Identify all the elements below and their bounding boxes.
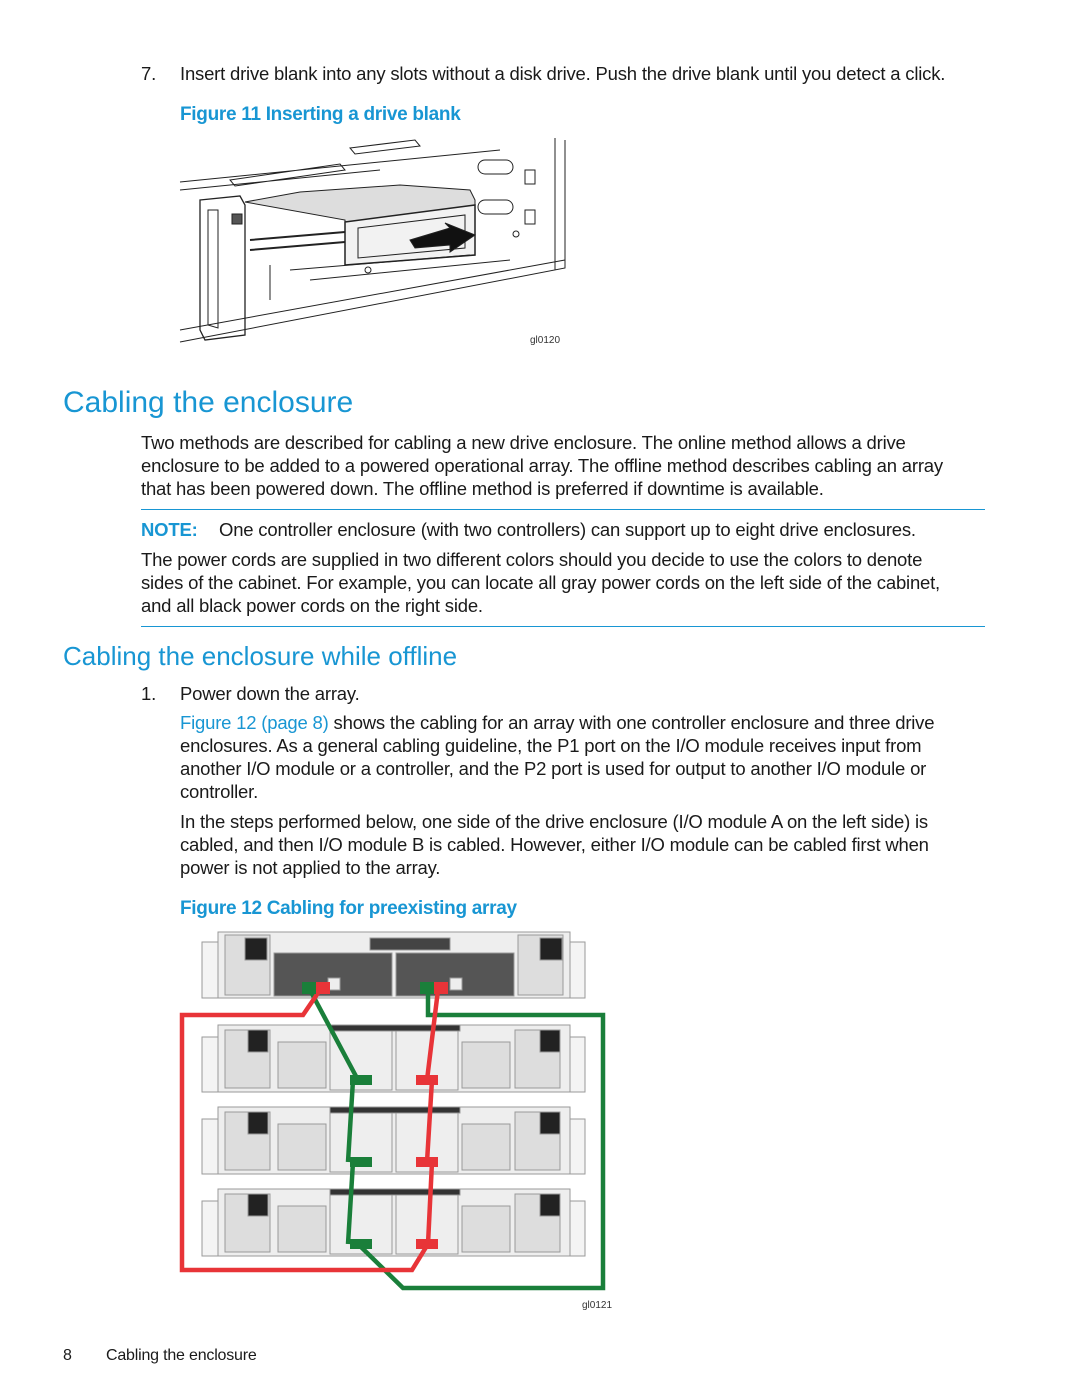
note-text: One controller enclosure (with two contr… [219,519,916,540]
figure-12-caption: Figure 12 Cabling for preexisting array [180,898,517,919]
note-top-rule [141,509,985,510]
figure-11-id: gl0120 [530,335,561,346]
section-title: Cabling the enclosure [63,386,354,419]
drive-enclosure-3 [201,1188,586,1257]
controller-enclosure [201,931,586,999]
footer-section: Cabling the enclosure [106,1347,257,1364]
para2-line: cabled, and then I/O module B is cabled.… [180,834,929,855]
step-number: 7. [141,63,157,84]
figure-12-cabling-diagram [179,931,606,1291]
para1-text: shows the cabling for an array with one … [328,712,935,733]
para2-line: power is not applied to the array. [180,857,441,878]
para1-line: another I/O module or a controller, and … [180,758,927,779]
para1-line: Figure 12 (page 8) shows the cabling for… [180,711,935,734]
subsection-title: Cabling the enclosure while offline [63,641,458,671]
para1-line: controller. [180,781,259,802]
note-body-line: sides of the cabinet. For example, you c… [141,572,941,593]
intro-line: Two methods are described for cabling a … [141,432,906,453]
para2-line: In the steps performed below, one side o… [180,811,928,832]
figure-12-link[interactable]: Figure 12 (page 8) [180,712,329,733]
step-text: Power down the array. [180,683,360,704]
drive-enclosure-1 [201,1024,586,1093]
intro-line: enclosure to be added to a powered opera… [141,455,943,476]
para1-line: enclosures. As a general cabling guideli… [180,735,922,756]
page-number: 8 [63,1347,72,1364]
figure-11-drive-blank-illustration [179,138,566,343]
figure-12-id: gl0121 [582,1300,613,1311]
note-body-line: The power cords are supplied in two diff… [141,549,923,570]
step-number: 1. [141,683,157,704]
intro-line: that has been powered down. The offline … [141,478,824,499]
drive-enclosure-2 [201,1106,586,1175]
note-label: NOTE: [141,519,198,540]
note-body-line: and all black power cords on the right s… [141,595,483,616]
drive-enclosures [201,1024,586,1257]
note-bottom-rule [141,626,985,627]
figure-11-caption: Figure 11 Inserting a drive blank [180,104,461,125]
step-text: Insert drive blank into any slots withou… [180,63,946,84]
